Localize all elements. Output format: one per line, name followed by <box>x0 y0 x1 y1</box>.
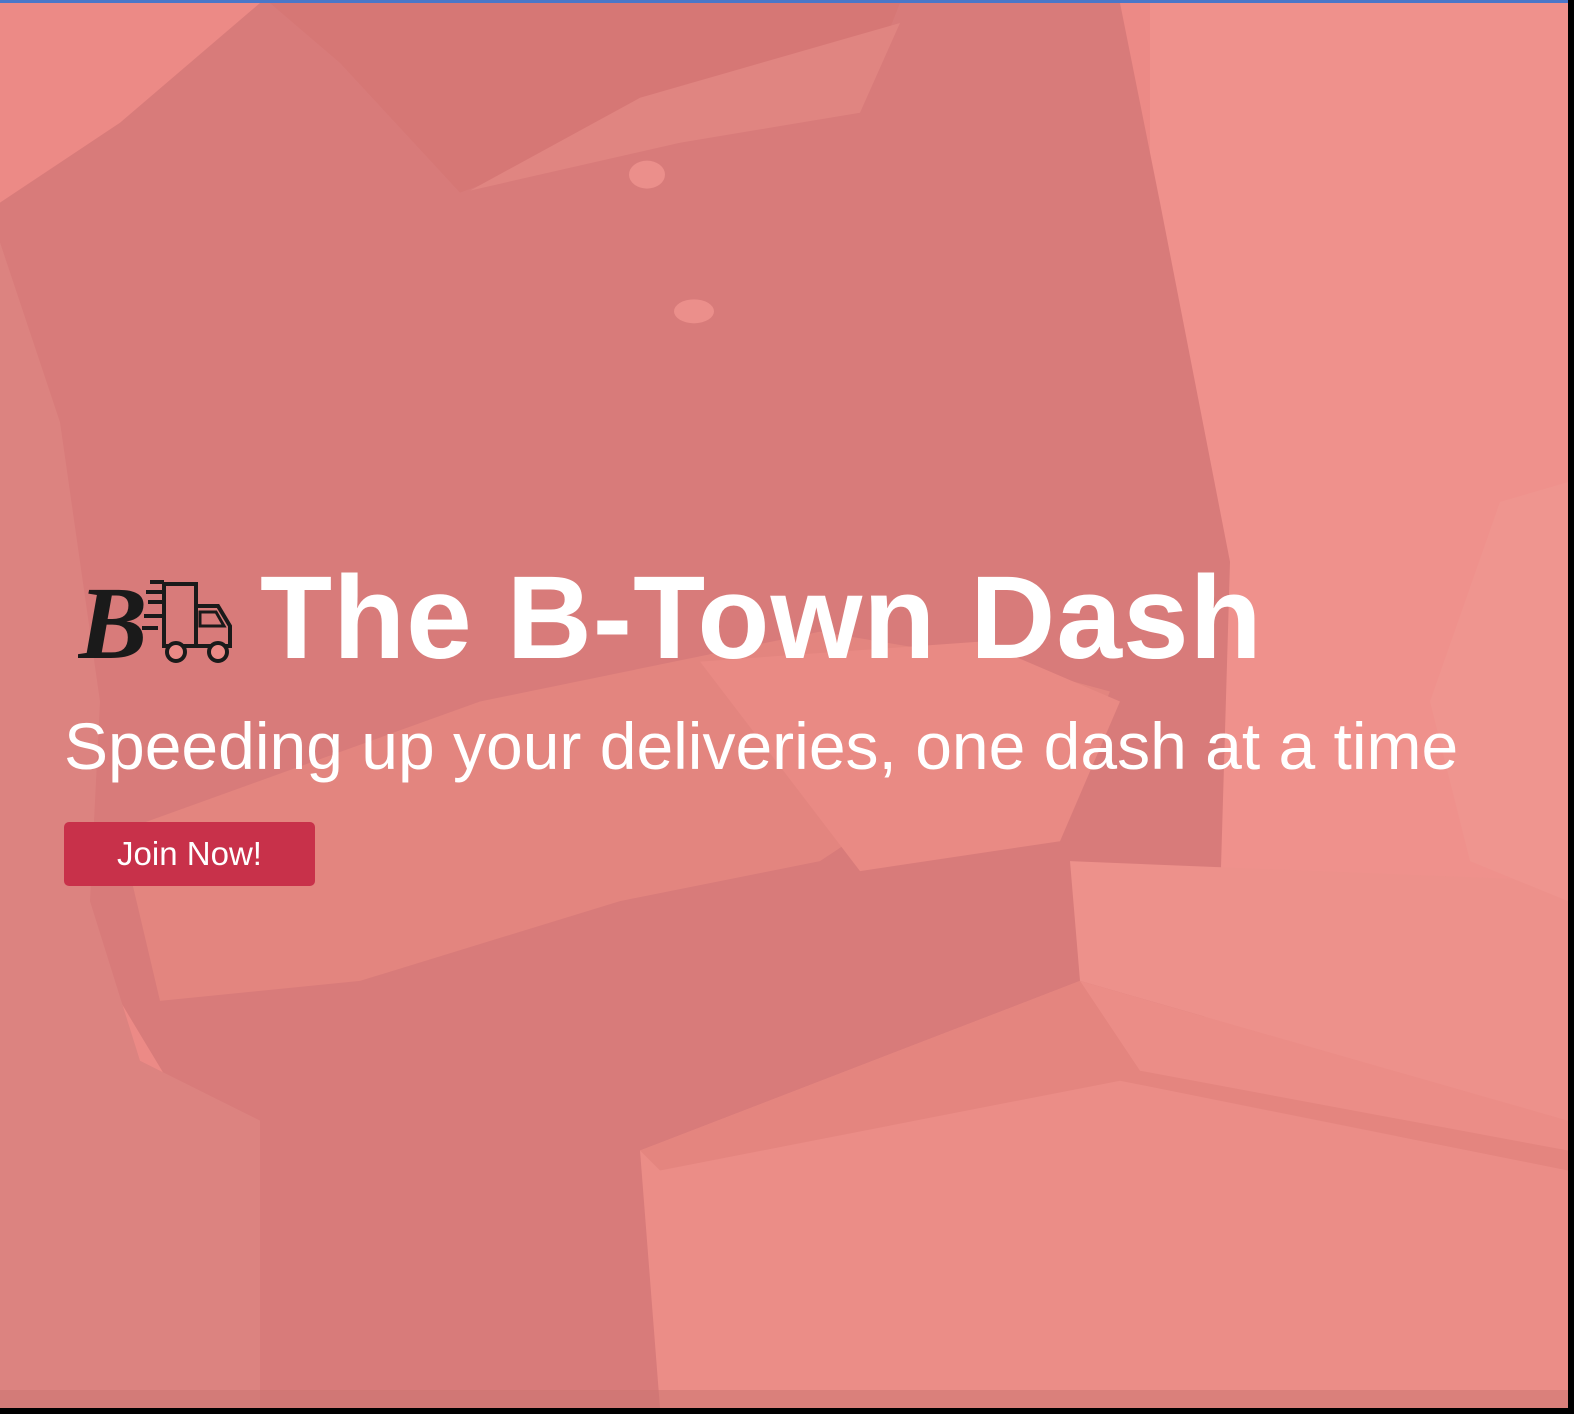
b-delivery-truck-logo-icon: B <box>78 566 232 670</box>
page-title: The B-Town Dash <box>260 552 1263 684</box>
hero-section: B The B-Town Dash Speeding up your deliv… <box>64 558 1554 886</box>
join-now-button[interactable]: Join Now! <box>64 822 315 886</box>
hero-tagline: Speeding up your deliveries, one dash at… <box>64 709 1459 783</box>
svg-text:B: B <box>78 566 147 670</box>
hero-title-row: B The B-Town Dash <box>64 558 1554 678</box>
landing-page: B The B-Town Dash Speeding up your deliv… <box>0 0 1568 1408</box>
